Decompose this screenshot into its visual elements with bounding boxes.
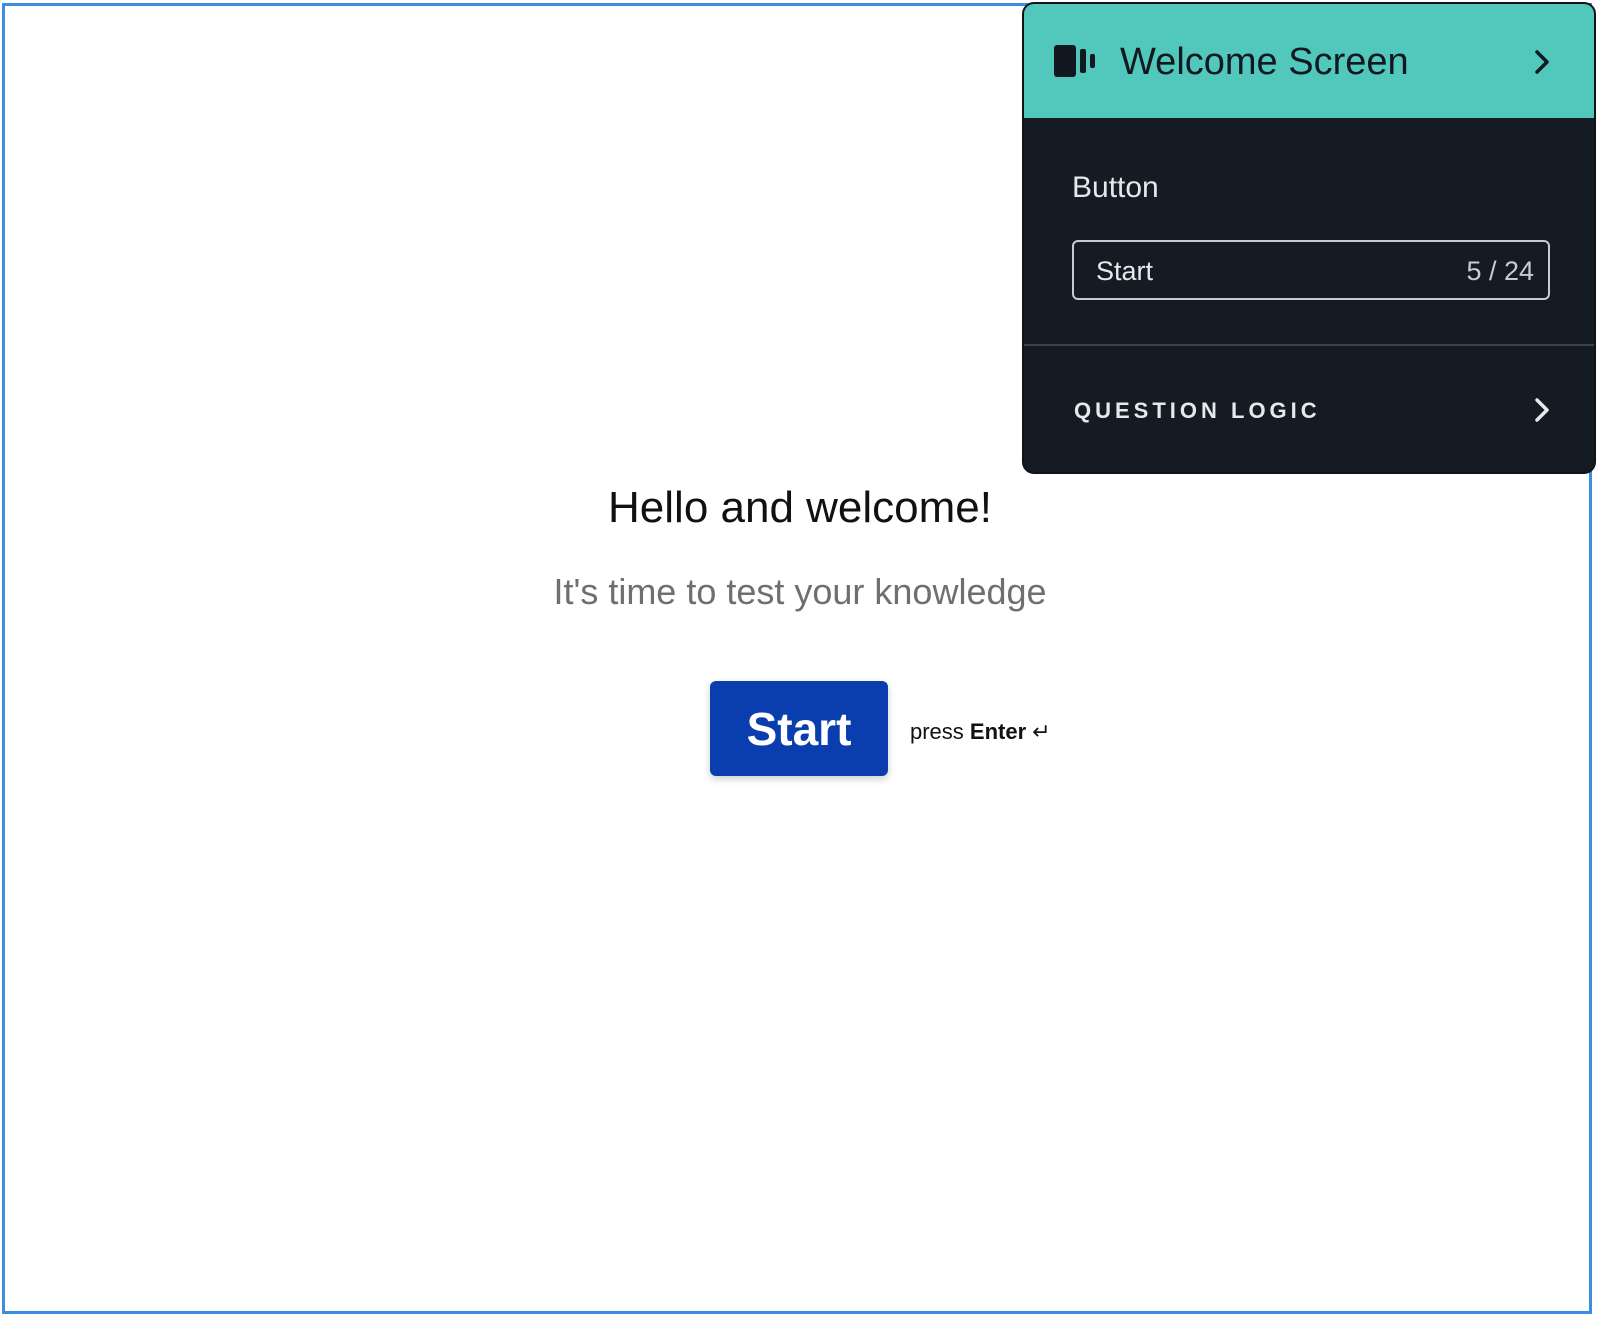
welcome-heading: Hello and welcome! bbox=[608, 483, 992, 532]
question-logic-row[interactable]: QUESTION LOGIC bbox=[1024, 346, 1594, 472]
panel-header[interactable]: Welcome Screen bbox=[1024, 4, 1594, 118]
panel-title: Welcome Screen bbox=[1120, 41, 1409, 83]
button-text-input[interactable]: Start 5 / 24 bbox=[1072, 240, 1550, 300]
character-count: 5 / 24 bbox=[1466, 256, 1534, 286]
welcome-screen-settings-panel: Welcome Screen Button Start 5 / 24 QUEST… bbox=[1022, 2, 1596, 474]
button-text-value: Start bbox=[1096, 256, 1154, 286]
question-logic-label: QUESTION LOGIC bbox=[1074, 398, 1321, 423]
chevron-right-icon bbox=[1535, 50, 1549, 74]
start-button[interactable]: Start bbox=[710, 681, 888, 776]
button-field-label: Button bbox=[1072, 171, 1159, 204]
screen-layout-icon bbox=[1054, 45, 1095, 77]
hint-key: Enter bbox=[969, 719, 1027, 744]
enter-key-icon: ↵ bbox=[1032, 719, 1051, 744]
chevron-right-icon bbox=[1535, 398, 1549, 422]
welcome-subtitle: It's time to test your knowledge bbox=[553, 571, 1047, 612]
press-enter-hint: press Enter ↵ bbox=[910, 718, 1051, 746]
hint-prefix: press bbox=[910, 719, 970, 744]
